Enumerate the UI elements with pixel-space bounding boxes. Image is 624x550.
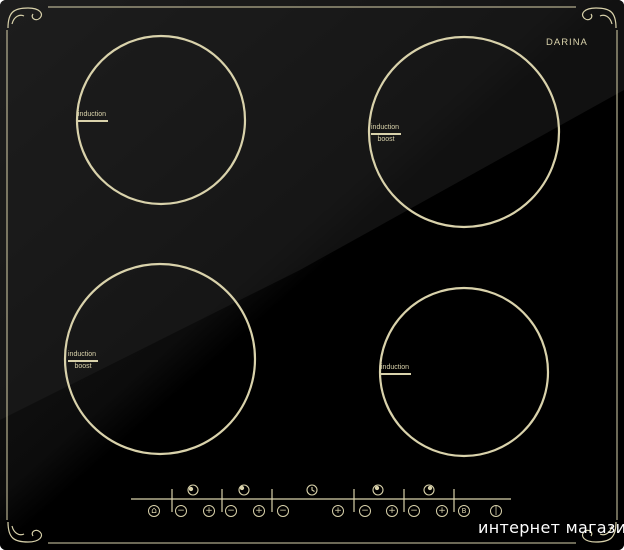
plus-icon: + (438, 506, 446, 516)
minus-icon: − (361, 506, 369, 516)
minus-icon: − (410, 506, 418, 516)
minus-icon: − (279, 506, 287, 516)
induction-label: induction (381, 364, 410, 371)
boost-label: boost (74, 362, 92, 370)
zone2-minus-button[interactable]: − (225, 505, 237, 517)
power-icon: | (494, 506, 498, 516)
minus-icon: − (177, 506, 185, 516)
timer-minus-button[interactable]: − (277, 505, 289, 517)
timer-plus-button[interactable]: + (332, 505, 344, 517)
cooktop-graphics (0, 0, 624, 550)
zone-label-top-right: induction boost (371, 124, 401, 144)
brand-logo: DARINA (546, 37, 588, 48)
label-underline (381, 373, 411, 375)
boost-icon: B (461, 507, 467, 515)
power-button[interactable]: | (490, 505, 502, 517)
boost-button[interactable]: B (458, 505, 470, 517)
zone1-plus-button[interactable]: + (203, 505, 215, 517)
plus-icon: + (255, 506, 263, 516)
zone1-minus-button[interactable]: − (175, 505, 187, 517)
zone4-minus-button[interactable]: − (408, 505, 420, 517)
lock-button[interactable]: ⌂ (148, 505, 160, 517)
plus-icon: + (388, 506, 396, 516)
cooktop-glass-panel: DARINA induction induction boost inducti… (0, 0, 624, 550)
zone3-plus-button[interactable]: + (386, 505, 398, 517)
induction-label: induction (68, 351, 97, 358)
induction-label: induction (78, 111, 107, 118)
label-underline (78, 120, 108, 122)
zone4-plus-button[interactable]: + (436, 505, 448, 517)
induction-label: induction (371, 124, 400, 131)
zone-label-top-left: induction (78, 111, 108, 122)
boost-label: boost (377, 135, 395, 143)
store-watermark: интернет магазин (478, 518, 624, 537)
plus-icon: + (334, 506, 342, 516)
zone-label-bottom-right: induction (381, 364, 411, 375)
label-underline (68, 360, 98, 362)
zone3-minus-button[interactable]: − (359, 505, 371, 517)
plus-icon: + (205, 506, 213, 516)
zone2-plus-button[interactable]: + (253, 505, 265, 517)
zone-label-bottom-left: induction boost (68, 351, 98, 371)
label-underline (371, 133, 401, 135)
lock-icon: ⌂ (151, 506, 157, 516)
minus-icon: − (227, 506, 235, 516)
